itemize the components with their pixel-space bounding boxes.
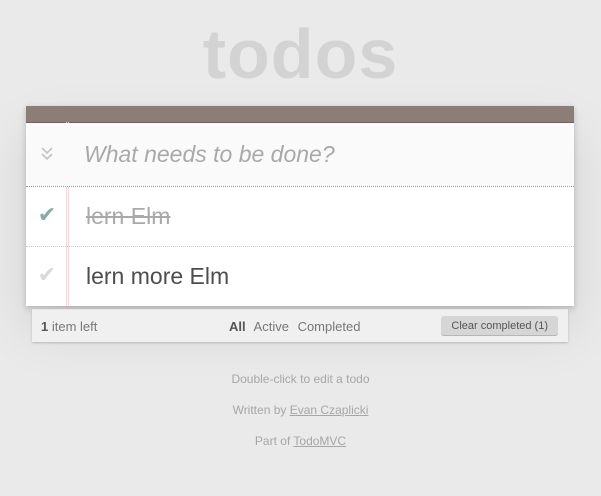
todomvc-link[interactable]: TodoMVC bbox=[293, 434, 346, 448]
filter-completed[interactable]: Completed bbox=[298, 319, 361, 334]
todo-item: ✔ lern Elm bbox=[26, 187, 574, 247]
new-todo-row bbox=[26, 123, 574, 187]
todo-item: ✔ lern more Elm bbox=[26, 247, 574, 306]
app-title: todos bbox=[202, 15, 399, 93]
checkmark-icon[interactable]: ✔ bbox=[35, 263, 59, 289]
new-todo-input[interactable] bbox=[84, 137, 554, 171]
written-by-prefix: Written by bbox=[232, 403, 290, 417]
todo-footer: 1 item left All Active Completed Clear c… bbox=[32, 309, 568, 342]
todo-label[interactable]: lern more Elm bbox=[86, 262, 229, 290]
author-link[interactable]: Evan Czaplicki bbox=[290, 403, 369, 417]
double-chevron-down-icon-svg bbox=[41, 147, 53, 161]
filter-all[interactable]: All bbox=[229, 319, 246, 334]
todo-app: ✔ lern Elm ✔ lern more Elm bbox=[26, 106, 574, 306]
double-chevron-down-icon[interactable] bbox=[38, 145, 56, 163]
part-of: Part of TodoMVC bbox=[0, 434, 601, 448]
edit-hint: Double-click to edit a todo bbox=[231, 372, 370, 386]
clear-completed-button[interactable]: Clear completed (1) bbox=[441, 316, 558, 336]
todo-label[interactable]: lern Elm bbox=[86, 202, 170, 230]
part-of-prefix: Part of bbox=[254, 434, 294, 448]
written-by: Written by Evan Czaplicki bbox=[0, 403, 601, 417]
items-left-suffix: item left bbox=[48, 319, 98, 334]
items-left-count: 1 item left bbox=[41, 319, 97, 334]
checkmark-icon[interactable]: ✔ bbox=[35, 203, 59, 229]
filter-active[interactable]: Active bbox=[254, 319, 289, 334]
filters: All Active Completed bbox=[229, 319, 365, 334]
header-bar bbox=[26, 106, 574, 123]
